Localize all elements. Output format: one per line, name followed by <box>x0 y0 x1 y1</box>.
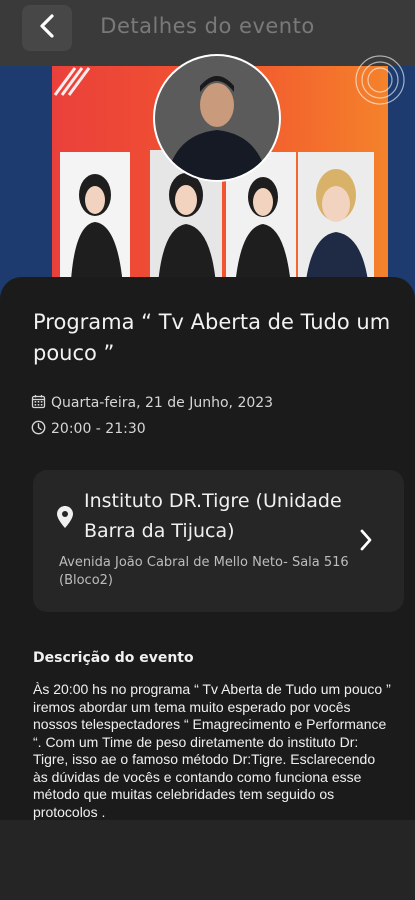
event-time: 20:00 - 21:30 <box>51 421 146 437</box>
clock-icon <box>31 420 51 439</box>
event-title: Programa “ Tv Aberta de Tudo um pouco ” <box>33 310 391 365</box>
page-title: Detalhes do evento <box>100 14 315 38</box>
event-date-row: Quarta-feira, 21 de Junho, 2023 <box>31 393 273 413</box>
location-address: Avenida João Cabral de Mello Neto- Sala … <box>59 555 349 588</box>
event-details-card: Programa “ Tv Aberta de Tudo um pouco ” … <box>0 277 415 820</box>
chevron-right-icon <box>358 528 374 557</box>
event-date: Quarta-feira, 21 de Junho, 2023 <box>51 395 274 411</box>
location-name: Instituto DR.Tigre (Unidade Barra da Tij… <box>84 490 342 542</box>
location-card[interactable]: Instituto DR.Tigre (Unidade Barra da Tij… <box>33 470 404 612</box>
calendar-icon <box>31 394 51 413</box>
description-body: Às 20:00 hs no programa “ Tv Aberta de T… <box>33 681 391 820</box>
event-time-row: 20:00 - 21:30 <box>31 419 146 439</box>
app-header: Detalhes do evento <box>0 0 415 56</box>
map-pin-icon <box>57 506 73 533</box>
description-heading: Descrição do evento <box>33 650 194 666</box>
